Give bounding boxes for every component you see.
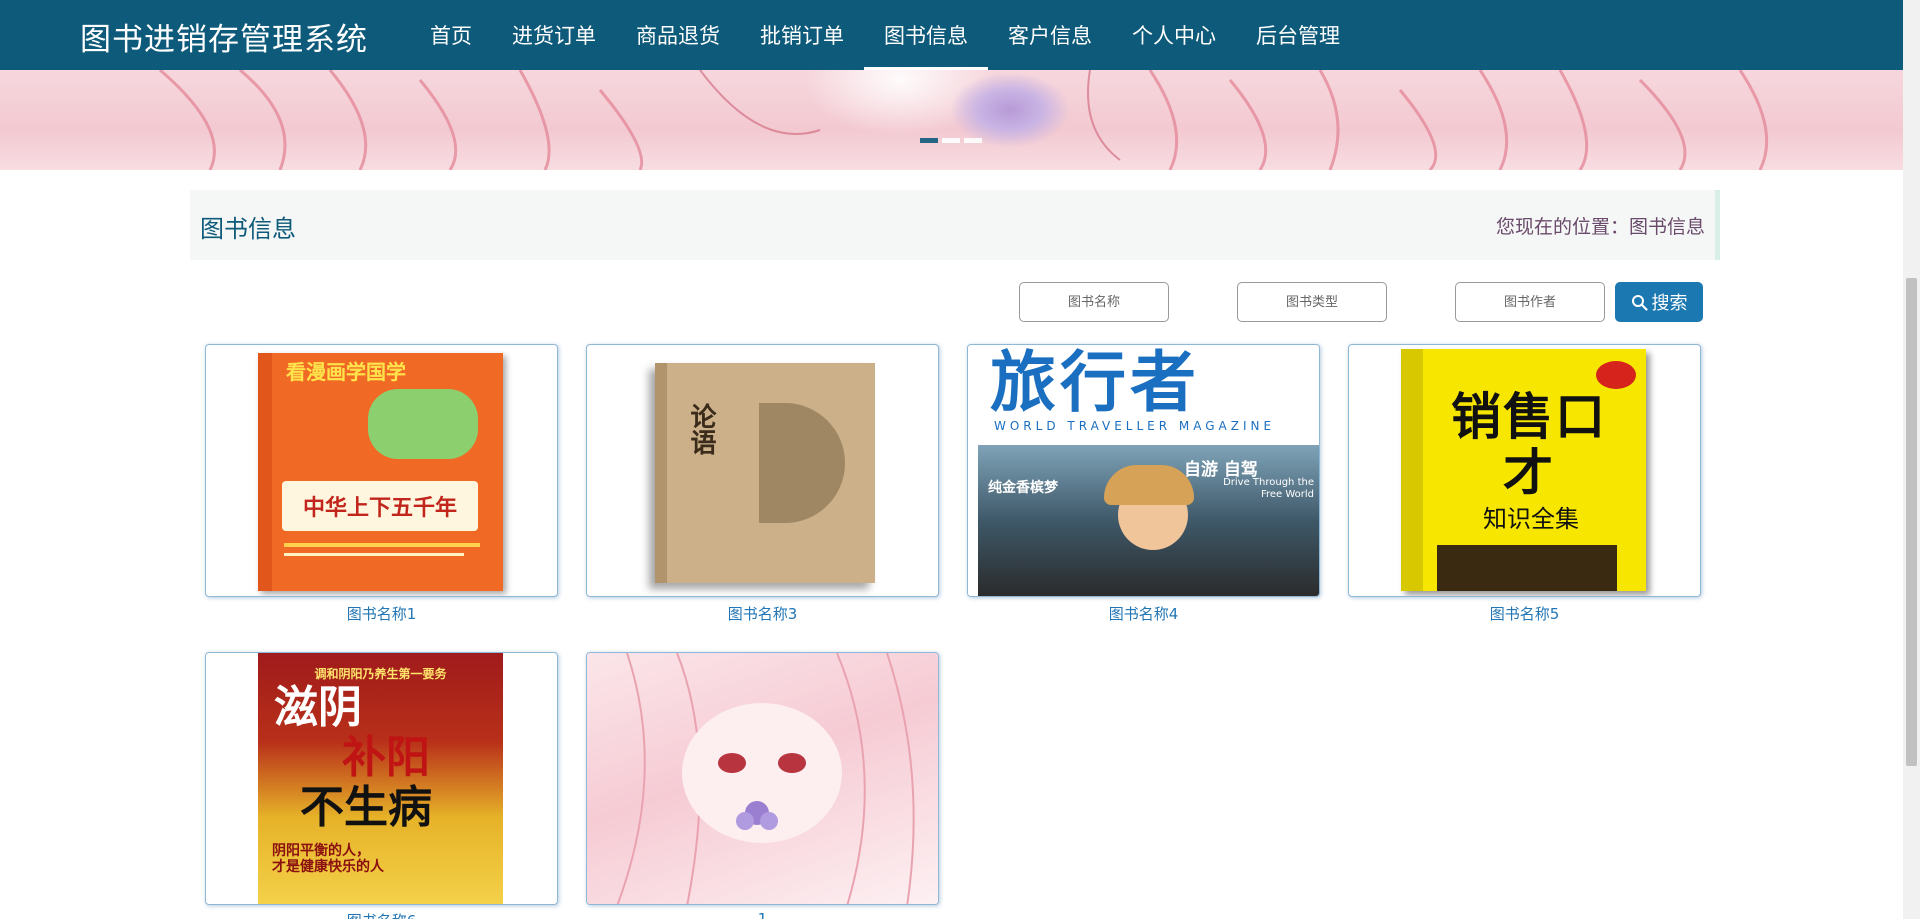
book-cover-1: 看漫画学国学 中华上下五千年	[258, 353, 503, 591]
book-card-3[interactable]: 论语	[586, 344, 939, 597]
book-card-1[interactable]: 看漫画学国学 中华上下五千年	[205, 344, 558, 597]
book-name-search-input[interactable]	[1019, 282, 1169, 322]
breadcrumb: 您现在的位置：图书信息	[1496, 212, 1705, 239]
cover-4-masthead: 旅行者	[990, 345, 1200, 421]
cover-5-title: 销售口才	[1451, 388, 1607, 502]
nav-item-book-info[interactable]: 图书信息	[864, 0, 988, 70]
book-cover-4: 旅行者 WORLD TRAVELLER MAGAZINE 纯金香槟梦 自游 自驾…	[968, 345, 1319, 596]
top-navbar: 图书进销存管理系统 首页 进货订单 商品退货 批销订单 图书信息 客户信息 个人…	[0, 0, 1903, 70]
cover-3-title: 论语	[686, 403, 716, 455]
cover-6-tagline: 调和阴阳乃养生第一要务	[314, 667, 447, 681]
book-cover-5: 销售口才 知识全集	[1401, 349, 1646, 591]
book-cover-7	[587, 653, 938, 904]
cover-6-slogan-2: 才是健康快乐的人	[272, 859, 384, 875]
nav-item-home[interactable]: 首页	[410, 0, 492, 70]
cover-4-subtitle: WORLD TRAVELLER MAGAZINE	[994, 419, 1276, 433]
nav-item-admin[interactable]: 后台管理	[1236, 0, 1360, 70]
nav-item-purchase-orders[interactable]: 进货订单	[492, 0, 616, 70]
book-card-4[interactable]: 旅行者 WORLD TRAVELLER MAGAZINE 纯金香槟梦 自游 自驾…	[967, 344, 1320, 597]
carousel-dot-3[interactable]	[964, 138, 982, 143]
book-card-7[interactable]	[586, 652, 939, 905]
nav-item-customer-info[interactable]: 客户信息	[988, 0, 1112, 70]
cover-6-title-2: 补阳	[342, 732, 430, 783]
book-card-6[interactable]: 调和阴阳乃养生第一要务 滋阴 补阳 不生病 阴阳平衡的人， 才是健康快乐的人	[205, 652, 558, 905]
book-title-1[interactable]: 图书名称1	[205, 603, 558, 624]
breadcrumb-current[interactable]: 图书信息	[1629, 216, 1705, 238]
search-button[interactable]: 搜索	[1615, 282, 1703, 322]
book-title-6[interactable]: 图书名称6	[205, 910, 558, 919]
nav-item-wholesale-orders[interactable]: 批销订单	[740, 0, 864, 70]
book-title-7[interactable]: 1	[586, 910, 939, 919]
carousel-dot-2[interactable]	[942, 138, 960, 143]
cover-6-slogan-1: 阴阳平衡的人，	[272, 843, 370, 859]
main-nav: 首页 进货订单 商品退货 批销订单 图书信息 客户信息 个人中心 后台管理	[410, 0, 1360, 70]
book-title-5[interactable]: 图书名称5	[1348, 603, 1701, 624]
anime-artwork	[616, 653, 915, 904]
book-cover-6: 调和阴阳乃养生第一要务 滋阴 补阳 不生病 阴阳平衡的人， 才是健康快乐的人	[258, 653, 503, 904]
carousel-dot-1[interactable]	[920, 138, 938, 143]
site-brand[interactable]: 图书进销存管理系统	[80, 14, 368, 59]
nav-item-personal-center[interactable]: 个人中心	[1112, 0, 1236, 70]
book-type-search-input[interactable]	[1237, 282, 1387, 322]
search-button-label: 搜索	[1651, 293, 1688, 314]
book-title-3[interactable]: 图书名称3	[586, 603, 939, 624]
banner-carousel[interactable]	[0, 70, 1903, 170]
book-cover-3: 论语	[655, 363, 875, 583]
cover-6-title-1: 滋阴	[274, 682, 362, 733]
cover-4-english: Drive Through the Free World	[1223, 477, 1314, 500]
search-icon	[1631, 294, 1648, 311]
cover-4-headline: 纯金香槟梦	[988, 480, 1058, 496]
cover-1-title: 中华上下五千年	[282, 481, 478, 531]
banner-artwork	[159, 70, 1769, 170]
page-title: 图书信息	[200, 215, 296, 243]
cover-5-subtitle: 知识全集	[1483, 505, 1579, 533]
book-author-search-input[interactable]	[1455, 282, 1605, 322]
cover-1-series: 看漫画学国学	[286, 360, 406, 384]
book-title-4[interactable]: 图书名称4	[967, 603, 1320, 624]
cover-6-title-3: 不生病	[300, 782, 432, 833]
scrollbar-thumb[interactable]	[1906, 278, 1917, 766]
nav-item-returns[interactable]: 商品退货	[616, 0, 740, 70]
book-card-5[interactable]: 销售口才 知识全集	[1348, 344, 1701, 597]
breadcrumb-prefix: 您现在的位置：	[1495, 216, 1629, 238]
section-header: 图书信息 您现在的位置：图书信息	[190, 190, 1720, 260]
carousel-indicators	[920, 138, 982, 143]
